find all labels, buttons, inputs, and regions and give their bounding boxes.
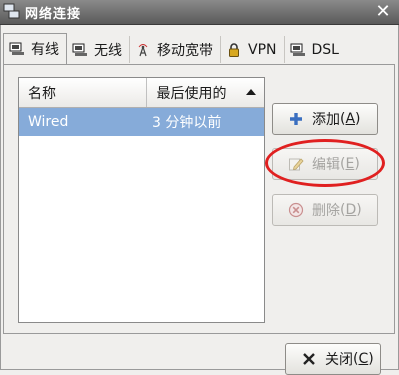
button-label: 删除	[312, 203, 340, 219]
button-label: 编辑	[312, 157, 340, 173]
network-app-icon	[3, 3, 21, 20]
wireless-network-icon	[72, 43, 88, 57]
button-mnemonic: E	[345, 156, 355, 172]
title-bar: 网络连接 ✕	[0, 0, 399, 25]
tab-wireless[interactable]: 无线	[67, 36, 130, 63]
wired-network-icon	[9, 42, 25, 56]
delete-button[interactable]: 删除(D)	[272, 194, 378, 226]
delete-icon	[288, 202, 304, 218]
lock-icon	[226, 42, 242, 57]
tab-vpn[interactable]: VPN	[221, 36, 285, 63]
button-mnemonic: D	[345, 202, 357, 218]
mobile-broadband-icon	[135, 43, 151, 57]
list-row[interactable]: Wired 3 分钟以前	[19, 108, 264, 136]
tab-label: DSL	[311, 41, 339, 58]
connection-list[interactable]: 名称 最后使用的 Wired 3 分钟以前	[18, 77, 265, 323]
dialog-body: 有线 无线 移动宽带 VPN DSL 名称 最后使用的 Wired 3 分钟以前…	[0, 25, 399, 375]
edit-button[interactable]: 编辑(E)	[272, 148, 378, 180]
column-header-name[interactable]: 名称	[19, 78, 148, 107]
connection-last-used: 3 分钟以前	[152, 115, 222, 131]
window-title: 网络连接	[25, 7, 82, 22]
button-mnemonic: A	[345, 111, 356, 127]
tab-bar: 有线 无线 移动宽带 VPN DSL	[3, 33, 346, 64]
tab-wired[interactable]: 有线	[3, 33, 67, 64]
add-button[interactable]: 添加(A)	[272, 103, 378, 135]
tab-dsl[interactable]: DSL	[285, 36, 346, 63]
dsl-network-icon	[290, 43, 306, 57]
tab-label: 有线	[31, 42, 59, 58]
column-label: 名称	[28, 85, 56, 102]
tab-label: 移动宽带	[157, 42, 213, 59]
button-mnemonic: C	[358, 351, 369, 367]
column-header-last-used[interactable]: 最后使用的	[147, 78, 264, 107]
column-label: 最后使用的	[156, 85, 227, 102]
plus-icon	[288, 111, 304, 127]
button-label: 添加	[312, 112, 340, 128]
tab-label: 无线	[94, 42, 122, 59]
sort-ascending-icon	[246, 89, 256, 95]
close-button[interactable]: 关闭(C)	[285, 343, 381, 375]
button-label: 关闭	[325, 352, 353, 368]
close-icon	[301, 351, 317, 367]
window-close-button[interactable]: ✕	[373, 2, 393, 22]
connection-name: Wired	[28, 114, 69, 130]
edit-icon	[288, 156, 304, 172]
tab-mobile-broadband[interactable]: 移动宽带	[130, 36, 221, 63]
list-header: 名称 最后使用的	[19, 78, 264, 108]
tab-label: VPN	[248, 41, 277, 58]
